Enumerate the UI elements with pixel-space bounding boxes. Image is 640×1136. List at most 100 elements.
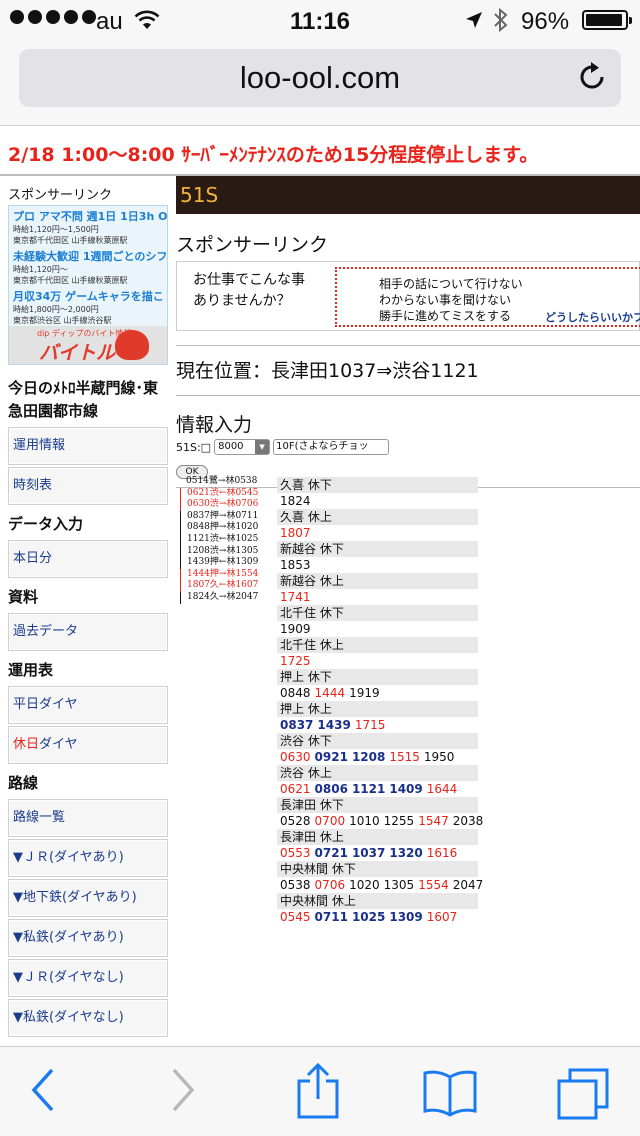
station-header: 渋谷 休上 (277, 765, 478, 781)
run-list: 0514鷺→林0538 0621渋←林0545 0630渋→林0706 0837押→林… (180, 476, 270, 604)
car-number-select[interactable]: 8000 (214, 439, 271, 455)
departure-time: 1950 (423, 750, 455, 764)
sidebar-link-timetable[interactable]: 時刻表 (8, 467, 168, 505)
departure-time: 0711 (314, 910, 348, 924)
sidebar-link-subway-with-diagram[interactable]: ▼地下鉄(ダイヤあり) (8, 879, 168, 917)
departure-time: 1439 (317, 718, 351, 732)
main-content: 51S スポンサーリンク お仕事でこんな事 ありませんか？ 相手の話について行け… (176, 176, 640, 488)
bookmarks-icon[interactable] (422, 1069, 478, 1117)
station-header: 押上 休上 (277, 701, 478, 717)
sidebar-link-private-no-diagram[interactable]: ▼私鉄(ダイヤなし) (8, 999, 168, 1037)
run-entry: 1444押→林1554 (180, 568, 270, 581)
run-entry: 1807久←林1607 (180, 580, 270, 592)
station-header: 新越谷 休上 (277, 573, 478, 589)
departure-time: 0806 (314, 782, 348, 796)
sidebar-link-past-data[interactable]: 過去データ (8, 613, 168, 651)
run-entry: 1121渋←林1025 (180, 533, 270, 546)
note-input[interactable]: 10F(さよならチョッ (273, 439, 390, 455)
station-header: 中央林間 休下 (277, 861, 478, 877)
page-title: 51S (176, 176, 640, 214)
departure-time: 0706 (314, 878, 346, 892)
info-input-heading: 情報入力 (176, 414, 253, 436)
back-icon[interactable] (30, 1067, 56, 1113)
banner-ad[interactable]: お仕事でこんな事 ありませんか？ 相手の話について行けない わからない事を聞けな… (176, 261, 640, 331)
station-header: 長津田 休下 (277, 797, 478, 813)
sidebar-link-today[interactable]: 本日分 (8, 540, 168, 578)
station-times: 0545 0711 1025 1309 1607 (277, 909, 478, 925)
section-heading-routes: 路線 (8, 774, 39, 792)
departure-time: 1547 (418, 814, 449, 828)
departure-time: 2038 (452, 814, 484, 828)
station-times: 0538 0706 1020 1305 1554 2047 (277, 877, 483, 893)
sidebar-link-private-with-diagram[interactable]: ▼私鉄(ダイヤあり) (8, 919, 168, 957)
departure-time: 1444 (314, 686, 346, 700)
station-times: 0848 1444 1919 (277, 685, 478, 701)
departure-time: 1409 (389, 782, 423, 796)
station-times: 1725 (277, 653, 478, 669)
sidebar-link-weekday-diagram[interactable]: 平日ダイヤ (8, 686, 168, 724)
run-entry: 0621渋←林0545 (180, 487, 270, 500)
departure-time: 0553 (280, 846, 311, 860)
departure-time: 1616 (426, 846, 458, 860)
departure-time: 0721 (314, 846, 348, 860)
section-heading-data-input: データ入力 (8, 515, 84, 533)
station-times: 0553 0721 1037 1320 1616 (277, 845, 478, 861)
banner-line: 相手の話について行けない (379, 277, 523, 291)
ad-item[interactable]: 未経験大歓迎 1週間ごとのシフ 時給1,120円〜 東京都千代田区 山手線秋葉原… (13, 248, 168, 286)
banner-headline: お仕事でこんな事 ありませんか？ (193, 270, 305, 312)
departure-time: 0538 (280, 878, 311, 892)
station-times: 1909 (277, 621, 478, 637)
run-entry: 0848押→林1020 (180, 522, 270, 534)
location-icon (466, 12, 482, 28)
forward-icon[interactable] (170, 1067, 196, 1113)
reload-icon[interactable] (577, 61, 607, 93)
browser-toolbar: loo-ool.com (0, 40, 640, 126)
banner-checklist: 相手の話について行けない わからない事を聞けない 勝手に進めてミスをする どうし… (335, 267, 640, 327)
battery-icon (582, 10, 632, 30)
section-heading-schedule: 運用表 (8, 661, 54, 679)
tabs-icon[interactable] (556, 1067, 610, 1121)
banner-headline-line: ありませんか？ (193, 293, 291, 309)
sidebar-ad[interactable]: プロ アマ不問 週1日 1日3h OK 時給1,120円〜1,500円 東京都千… (8, 205, 168, 365)
ad-brand-logo[interactable]: dip ディップのバイト情報 バイトル (9, 326, 167, 364)
form-label: 51S:□ (176, 440, 212, 454)
station-header: 北千住 休上 (277, 637, 478, 653)
sidebar-link-jr-no-diagram[interactable]: ▼ＪＲ(ダイヤなし) (8, 959, 168, 997)
ad-item-title: 未経験大歓迎 1週間ごとのシフ (13, 250, 168, 263)
bluetooth-icon (494, 7, 508, 33)
station-times: 1741 (277, 589, 478, 605)
banner-line: わからない事を聞けない (379, 293, 512, 307)
url-text[interactable]: loo-ool.com (19, 49, 621, 107)
departure-time: 1020 (349, 878, 380, 892)
departure-time: 0848 (280, 686, 311, 700)
ad-item[interactable]: プロ アマ不問 週1日 1日3h OK 時給1,120円〜1,500円 東京都千… (13, 208, 167, 246)
banner-cta[interactable]: どうしたらいいかフ (545, 309, 640, 325)
battery-percentage: 96% (521, 8, 570, 35)
departure-time: 2047 (452, 878, 484, 892)
ad-item[interactable]: 月収34万 ゲームキャラを描こ 時給1,800円〜2,000円 東京都渋谷区 山… (13, 288, 164, 326)
run-entry: 0837押→林0711 (180, 510, 270, 523)
departure-time: 0630 (280, 750, 311, 764)
address-bar[interactable]: loo-ool.com (19, 49, 621, 107)
departure-time: 1607 (426, 910, 458, 924)
departure-time: 1320 (389, 846, 423, 860)
sponsor-label: スポンサーリンク (176, 234, 329, 256)
bottom-toolbar (0, 1046, 640, 1136)
diagram-label: ダイヤ (39, 737, 78, 752)
share-icon[interactable] (296, 1063, 340, 1119)
mascot-icon (115, 330, 149, 360)
departure-time: 1807 (280, 526, 311, 540)
sidebar-link-jr-with-diagram[interactable]: ▼ＪＲ(ダイヤあり) (8, 839, 168, 877)
station-header: 渋谷 休下 (277, 733, 478, 749)
sidebar-link-holiday-diagram[interactable]: 休日ダイヤ (8, 726, 168, 764)
station-times: 0621 0806 1121 1409 1644 (277, 781, 478, 797)
section-heading-today: 今日のﾒﾄﾛ半蔵門線･東急田園都市線 (8, 379, 159, 420)
sidebar-link-route-list[interactable]: 路線一覧 (8, 799, 168, 837)
sidebar-link-operation-info[interactable]: 運用情報 (8, 427, 168, 465)
status-bar: au 11:16 96% (0, 0, 640, 40)
departure-time: 0528 (280, 814, 311, 828)
station-times: 1824 (277, 493, 478, 509)
departure-time: 0545 (280, 910, 311, 924)
departure-time: 1010 (349, 814, 380, 828)
run-entry: 0630渋→林0706 (180, 499, 270, 511)
